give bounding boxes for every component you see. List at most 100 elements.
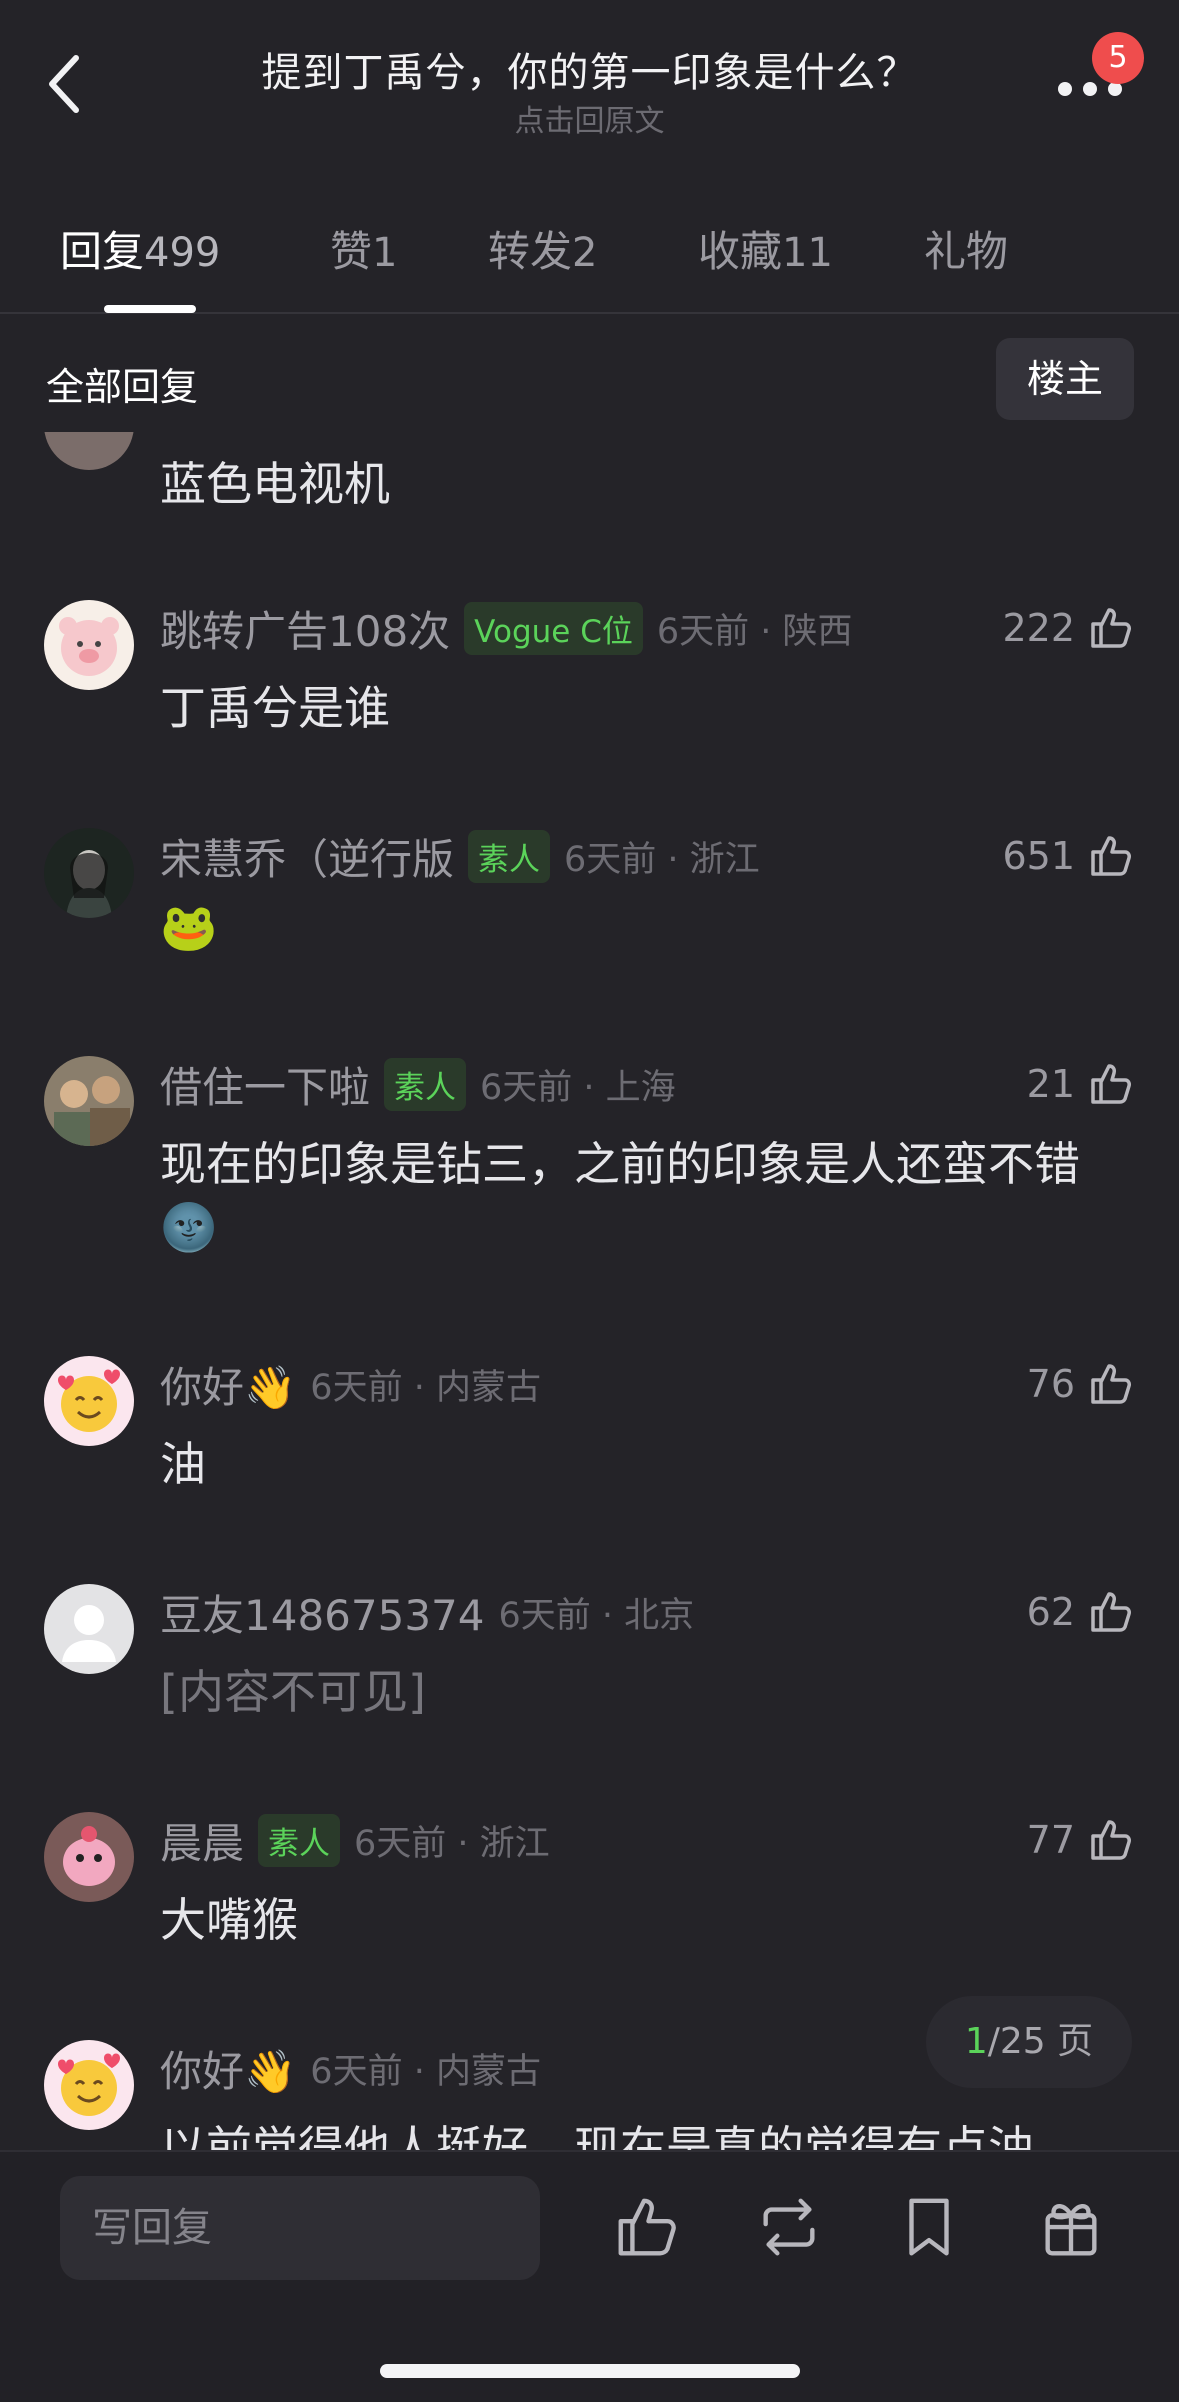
like-icon[interactable] — [612, 2192, 682, 2262]
username[interactable]: 你好👋 — [160, 1354, 296, 1415]
comment-time-location: 6天前 · 上海 — [480, 1067, 676, 1108]
comment-list[interactable]: 蓝色电视机 跳转广告108次 Vogue C位 6天前 · 陕西 222 丁禹兮… — [0, 432, 1179, 2152]
all-replies-label: 全部回复 — [46, 365, 199, 409]
tab-count: 1 — [372, 230, 398, 276]
page-indicator[interactable]: 1/25 页 — [926, 1996, 1132, 2088]
comment-meta: 豆友148675374 6天前 · 北京 — [160, 1582, 694, 1642]
like-count: 21 — [1026, 1062, 1075, 1106]
user-tag: 素人 — [258, 1813, 341, 1867]
comment-time-location: 6天前 · 浙江 — [564, 839, 760, 880]
comment-text: 🐸 — [160, 900, 218, 954]
comment-text: [内容不可见] — [160, 1665, 426, 1719]
like-control[interactable]: 222 — [1002, 598, 1135, 658]
toy-avatar-icon — [63, 1826, 115, 1886]
avatar[interactable] — [44, 828, 134, 918]
like-count: 62 — [1026, 1590, 1075, 1634]
thumbs-up-icon[interactable] — [1087, 604, 1135, 652]
user-tag: Vogue C位 — [464, 601, 643, 655]
avatar[interactable] — [44, 432, 134, 470]
like-control[interactable]: 76 — [1027, 1354, 1135, 1414]
bottom-action-bar: 写回复 — [0, 2150, 1179, 2402]
op-only-button[interactable]: 楼主 — [996, 338, 1134, 420]
thumbs-up-icon[interactable] — [1087, 832, 1135, 880]
comment-text: 蓝色电视机 — [160, 457, 390, 511]
like-control[interactable]: 651 — [1002, 826, 1135, 886]
header: 提到丁禹兮，你的第一印象是什么？ 点击回原文 5 — [0, 0, 1179, 139]
username[interactable]: 跳转广告108次 — [160, 598, 450, 659]
reply-input[interactable]: 写回复 — [60, 2176, 540, 2280]
username[interactable]: 你好👋 — [160, 2038, 296, 2099]
username[interactable]: 宋慧乔（逆行版 — [160, 826, 454, 887]
tab-favorites[interactable]: 收藏11 — [698, 218, 833, 279]
thumbs-up-icon[interactable] — [1087, 1060, 1135, 1108]
comment-meta: 你好👋 6天前 · 内蒙古 — [160, 2038, 541, 2098]
more-dot-icon — [1108, 82, 1122, 96]
repost-icon[interactable] — [754, 2192, 824, 2262]
comment-meta: 借住一下啦 素人 6天前 · 上海 — [160, 1054, 676, 1114]
tab-label: 赞 — [330, 227, 373, 276]
back-to-original-link[interactable]: 点击回原文 — [0, 96, 1179, 140]
comment-time-location: 6天前 · 陕西 — [656, 611, 853, 652]
comment-meta: 晨晨 素人 6天前 · 浙江 — [160, 1810, 550, 1870]
username[interactable]: 借住一下啦 — [160, 1054, 370, 1115]
tab-label: 礼物 — [924, 227, 1009, 276]
page-title[interactable]: 提到丁禹兮，你的第一印象是什么？ — [0, 40, 1179, 98]
thumbs-up-icon[interactable] — [1087, 1360, 1135, 1408]
comment-meta: 跳转广告108次 Vogue C位 6天前 · 陕西 — [160, 598, 853, 658]
default-user-avatar-icon — [62, 1605, 116, 1662]
comment-text: 大嘴猴 — [160, 1893, 298, 1947]
avatar[interactable] — [44, 2040, 134, 2130]
like-control[interactable]: 77 — [1027, 1810, 1135, 1870]
photo-avatar-icon — [54, 1076, 130, 1146]
username[interactable]: 晨晨 — [160, 1810, 244, 1871]
notification-badge: 5 — [1092, 32, 1144, 84]
total-pages: /25 页 — [987, 2021, 1094, 2062]
user-tag: 素人 — [468, 829, 551, 883]
comment-text: 油 — [160, 1437, 206, 1491]
portrait-avatar-icon — [66, 850, 112, 918]
smiling-face-hearts-icon — [58, 2053, 120, 2116]
avatar[interactable] — [44, 1812, 134, 1902]
like-count: 222 — [1002, 606, 1075, 650]
tab-bar: 回复499 赞1 转发2 收藏11 礼物 — [0, 210, 1179, 314]
tab-reposts[interactable]: 转发2 — [488, 218, 597, 279]
comment-meta: 你好👋 6天前 · 内蒙古 — [160, 1354, 541, 1414]
gift-icon[interactable] — [1036, 2192, 1106, 2262]
thumbs-up-icon[interactable] — [1087, 1588, 1135, 1636]
comment-text: 丁禹兮是谁 — [160, 681, 390, 735]
avatar[interactable] — [44, 600, 134, 690]
active-tab-indicator — [104, 305, 196, 313]
tab-label: 回复 — [60, 227, 145, 276]
more-dot-icon — [1058, 82, 1072, 96]
current-page: 1 — [964, 2021, 988, 2062]
tab-count: 499 — [144, 230, 221, 276]
tab-count: 11 — [782, 230, 833, 276]
pig-avatar-icon — [59, 617, 119, 676]
bookmark-icon[interactable] — [894, 2192, 964, 2262]
comment-meta: 宋慧乔（逆行版 素人 6天前 · 浙江 — [160, 826, 760, 886]
like-count: 651 — [1002, 834, 1075, 878]
tab-gifts[interactable]: 礼物 — [924, 218, 1008, 279]
home-indicator[interactable] — [380, 2364, 800, 2378]
comment-text: 以前觉得他人挺好，现在是真的觉得有点油 — [160, 2121, 1034, 2152]
smiling-face-hearts-icon — [58, 1369, 120, 1432]
username[interactable]: 豆友148675374 — [160, 1582, 485, 1643]
comment-time-location: 6天前 · 浙江 — [354, 1823, 550, 1864]
tab-replies[interactable]: 回复499 — [60, 218, 220, 279]
like-count: 77 — [1026, 1818, 1075, 1862]
comment-text: 现在的印象是钻三，之前的印象是人还蛮不错 — [160, 1137, 1080, 1191]
tab-count: 2 — [572, 230, 598, 276]
comment-emoji: 🌚 — [160, 1200, 218, 1254]
tab-label: 转发 — [488, 227, 573, 276]
more-dot-icon — [1083, 82, 1097, 96]
avatar[interactable] — [44, 1056, 134, 1146]
like-count: 76 — [1026, 1362, 1075, 1406]
tab-likes[interactable]: 赞1 — [330, 218, 397, 279]
like-control[interactable]: 21 — [1027, 1054, 1135, 1114]
avatar[interactable] — [44, 1356, 134, 1446]
tab-label: 收藏 — [698, 227, 783, 276]
comment-time-location: 6天前 · 北京 — [498, 1595, 695, 1636]
like-control[interactable]: 62 — [1027, 1582, 1135, 1642]
thumbs-up-icon[interactable] — [1087, 1816, 1135, 1864]
avatar[interactable] — [44, 1584, 134, 1674]
